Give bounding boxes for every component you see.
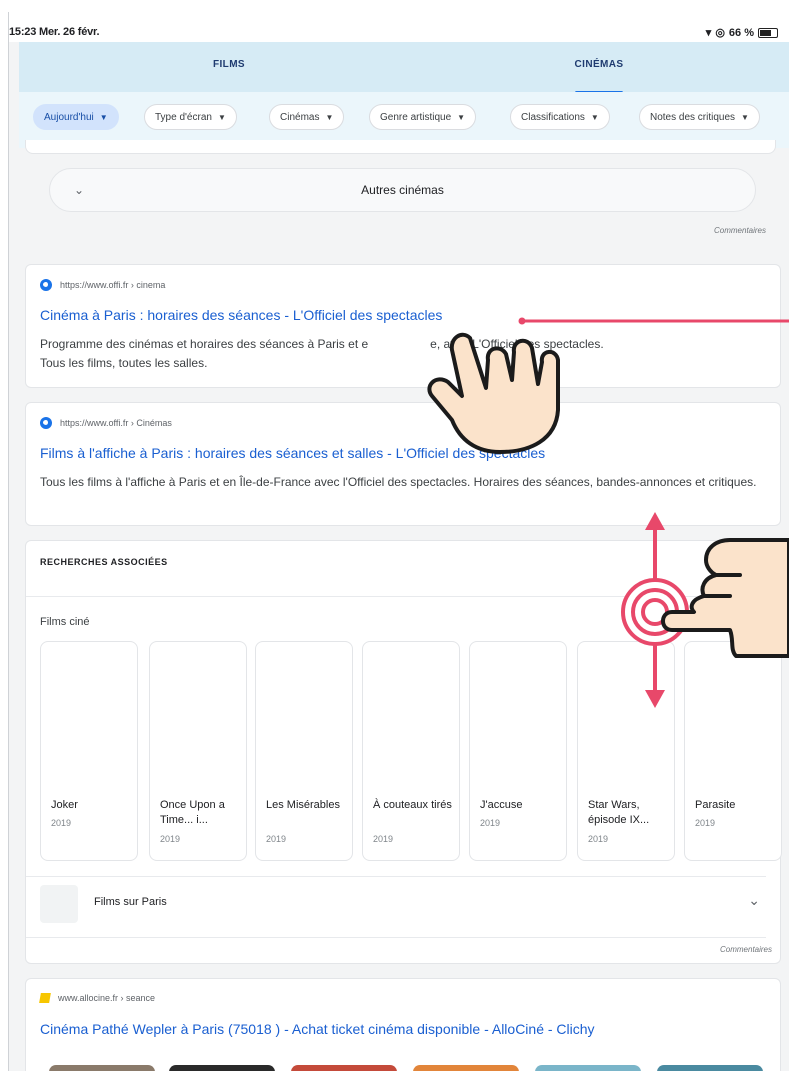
result-url: www.allocine.fr › seance <box>58 993 156 1003</box>
movie-year: 2019 <box>51 818 72 828</box>
related-searches-heading: RECHERCHES ASSOCIÉES <box>40 557 168 567</box>
movie-title: Les Misérables <box>266 799 340 811</box>
result-url: https://www.offi.fr › cinema <box>60 280 166 290</box>
offi-favicon-icon <box>40 417 52 429</box>
movie-card[interactable]: À couteaux tirés 2019 <box>362 641 460 861</box>
movie-card[interactable]: Star Wars, épisode IX... 2019 <box>577 641 675 861</box>
tablet-screen: 15:23 Mer. 26 févr. ▾ ◎ 66 % FILMS CINÉM… <box>8 12 789 1071</box>
chip-label: Classifications <box>521 112 585 123</box>
search-result-card: www.allocine.fr › seance Cinéma Pathé We… <box>25 978 781 1071</box>
result-url: https://www.offi.fr › Cinémas <box>60 418 172 428</box>
movie-year: 2019 <box>695 818 716 828</box>
movie-title: Parasite <box>695 799 736 811</box>
status-time: 15:23 Mer. 26 févr. <box>9 26 100 38</box>
allocine-favicon-icon <box>39 993 51 1003</box>
search-result-card: https://www.offi.fr › Cinémas Films à l'… <box>25 402 781 526</box>
snippet-part: Tous les films, toutes les salles. <box>40 356 208 370</box>
movie-title: Once Upon a Time... i... <box>160 799 225 826</box>
movie-title: Star Wars, épisode IX... <box>588 799 650 826</box>
filter-genre-chip[interactable]: Genre artistique ▼ <box>369 104 477 130</box>
movie-title: Joker <box>51 799 78 811</box>
movie-card[interactable]: Parasite 2019 <box>684 641 782 861</box>
chip-label: Aujourd'hui <box>44 112 94 123</box>
movie-year: 2019 <box>588 834 609 844</box>
caret-down-icon: ▼ <box>741 113 749 122</box>
result-source: www.allocine.fr › seance <box>39 993 156 1003</box>
caret-down-icon: ▼ <box>325 113 334 122</box>
tab-cinemas[interactable]: CINÉMAS <box>544 42 654 94</box>
offi-favicon-icon <box>40 279 52 291</box>
snippet-part: Programme des cinémas et horaires des sé… <box>40 337 369 351</box>
caret-down-icon: ▼ <box>590 113 599 122</box>
battery-level: 66 % <box>728 26 754 39</box>
other-cinemas-button[interactable]: ⌄ Autres cinémas <box>49 168 756 212</box>
movie-title: J'accuse <box>480 799 523 811</box>
wifi-icon: ▾ <box>705 27 712 39</box>
result-source: https://www.offi.fr › cinema <box>40 279 165 291</box>
movie-year: 2019 <box>373 834 394 844</box>
showtime-tile[interactable] <box>49 1065 155 1071</box>
filter-classifications-chip[interactable]: Classifications ▼ <box>510 104 610 130</box>
feedback-link[interactable]: Commentaires <box>720 945 772 954</box>
movie-year: 2019 <box>160 834 181 844</box>
divider <box>26 876 766 877</box>
movie-year: 2019 <box>480 818 501 828</box>
caret-down-icon: ▼ <box>457 113 466 122</box>
other-cinemas-label: Autres cinémas <box>361 183 444 197</box>
films-cine-subheading: Films ciné <box>40 616 90 628</box>
caret-down-icon: ▼ <box>217 113 226 122</box>
filter-today-chip[interactable]: Aujourd'hui ▼ <box>33 104 119 130</box>
filter-cinemas-chip[interactable]: Cinémas ▼ <box>269 104 345 130</box>
result-snippet: Tous les films à l'affiche à Paris et en… <box>40 475 757 489</box>
showtime-tile[interactable] <box>657 1065 763 1071</box>
feedback-link[interactable]: Commentaires <box>714 226 766 235</box>
divider <box>26 937 766 938</box>
movie-card[interactable]: Once Upon a Time... i... 2019 <box>149 641 247 861</box>
status-bar: 15:23 Mer. 26 févr. ▾ ◎ 66 % <box>9 12 789 42</box>
chip-label: Genre artistique <box>380 112 452 123</box>
movie-card[interactable]: J'accuse 2019 <box>469 641 567 861</box>
showtime-tile[interactable] <box>535 1065 641 1071</box>
divider <box>26 596 766 597</box>
films-paris-row[interactable]: Films sur Paris ⌄ <box>26 878 778 928</box>
result-title-link[interactable]: Cinéma Pathé Wepler à Paris (75018 ) - A… <box>40 1021 595 1037</box>
result-source: https://www.offi.fr › Cinémas <box>40 417 172 429</box>
chevron-down-icon: ⌄ <box>748 892 760 908</box>
tab-films[interactable]: FILMS <box>179 42 279 92</box>
films-paris-label: Films sur Paris <box>94 896 167 908</box>
snippet-part: e, avec L'Officiel des spectacles. <box>430 337 604 351</box>
showtime-tile[interactable] <box>291 1065 397 1071</box>
chip-label: Cinémas <box>280 112 320 123</box>
showtime-tile[interactable] <box>413 1065 519 1071</box>
caret-down-icon: ▼ <box>99 113 108 122</box>
movie-card[interactable]: Les Misérables 2019 <box>255 641 353 861</box>
chip-label: Type d'écran <box>155 112 212 123</box>
battery-icon <box>758 27 778 38</box>
related-searches-card: RECHERCHES ASSOCIÉES Films ciné Joker 20… <box>25 540 782 964</box>
chevron-down-icon: ⌄ <box>74 183 85 197</box>
chip-label: Notes des critiques <box>650 112 736 123</box>
previous-card-edge <box>25 140 776 154</box>
filter-screen-type-chip[interactable]: Type d'écran ▼ <box>144 104 237 130</box>
tabs-bar: FILMS CINÉMAS <box>19 42 789 94</box>
result-snippet: Programme des cinémas et horaires des sé… <box>40 335 770 373</box>
showtime-tile[interactable] <box>169 1065 275 1071</box>
search-result-card: https://www.offi.fr › cinema Cinéma à Pa… <box>25 264 781 388</box>
result-title-link[interactable]: Films à l'affiche à Paris : horaires des… <box>40 445 545 461</box>
status-right: ▾ ◎ 66 % <box>706 26 778 39</box>
filter-critics-chip[interactable]: Notes des critiques ▼ <box>639 104 760 130</box>
movie-card[interactable]: Joker 2019 <box>40 641 138 861</box>
films-paris-thumbnail <box>40 885 78 923</box>
result-title-link[interactable]: Cinéma à Paris : horaires des séances - … <box>40 307 442 323</box>
movie-title: À couteaux tirés <box>373 799 452 811</box>
movie-year: 2019 <box>266 834 287 844</box>
location-icon: ◎ <box>715 27 725 39</box>
